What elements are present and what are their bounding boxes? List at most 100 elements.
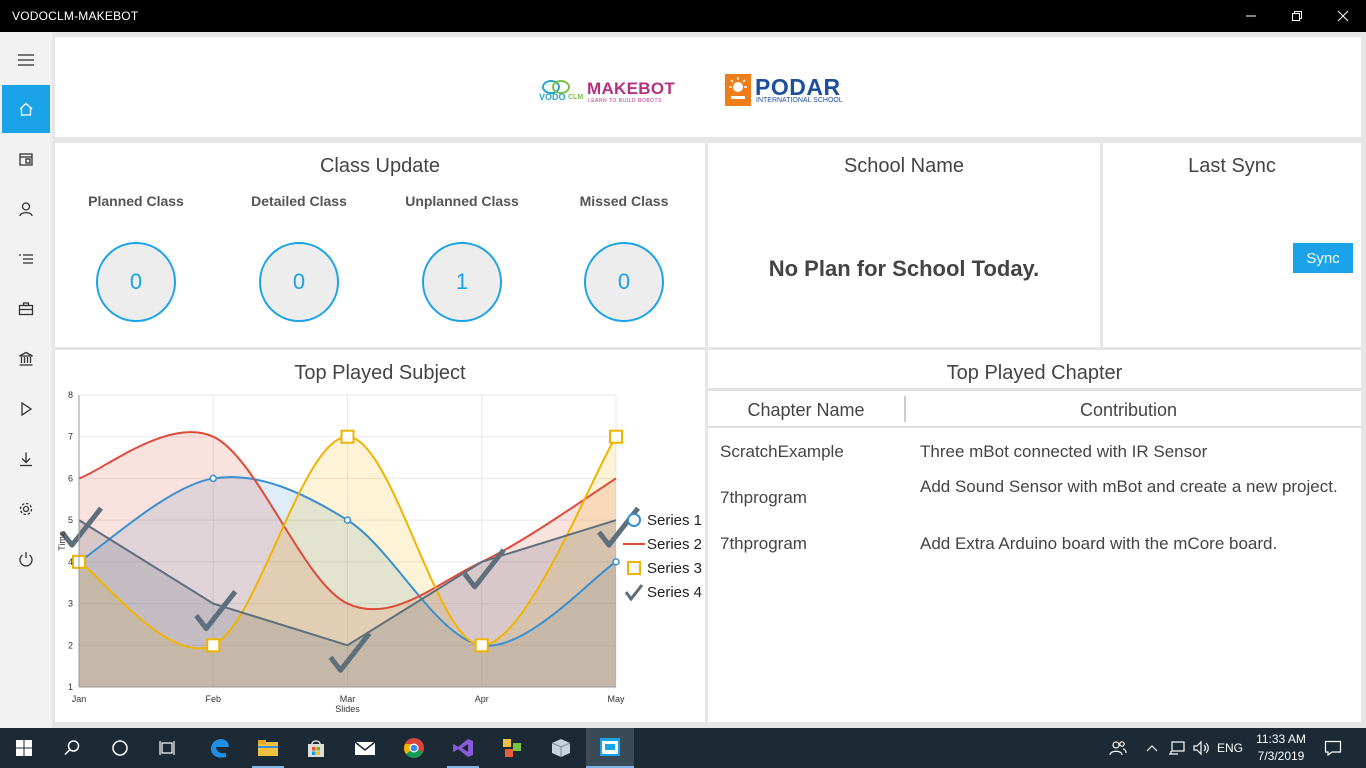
chapter-name-cell: ScratchExample [720, 442, 844, 461]
legend-item: Series 3 [623, 558, 702, 578]
sidebar-item-home[interactable] [2, 85, 50, 133]
blocks-app-icon [503, 739, 521, 757]
stat-detailed-class: Detailed Class 0 [218, 193, 380, 322]
vodo-text: VODO [539, 92, 566, 102]
stat-label: Detailed Class [251, 193, 347, 209]
clm-text: CLM [568, 94, 584, 101]
makebot-logo: VODO CLM MAKEBOT LEARN TO BUILD ROBOTS [537, 76, 677, 106]
legend-label: Series 1 [647, 511, 703, 529]
search-button[interactable] [48, 728, 96, 768]
person-icon [19, 202, 33, 217]
download-icon [20, 452, 32, 467]
hamburger-icon [18, 54, 34, 66]
bulleted-list-icon [19, 254, 33, 264]
podar-logo: PODAR INTERNATIONAL SCHOOL [725, 74, 865, 106]
clock-date: 7/3/2019 [1257, 749, 1305, 763]
taskbar-store[interactable] [292, 728, 340, 768]
start-button[interactable] [0, 728, 48, 768]
chrome-icon [404, 738, 424, 758]
cortana-icon [112, 740, 128, 756]
taskbar-vodoclm-makebot[interactable] [586, 728, 634, 768]
stat-value-circle: 0 [259, 242, 339, 322]
taskbar-file-explorer[interactable] [244, 728, 292, 768]
sync-button[interactable]: Sync [1293, 243, 1353, 273]
hamburger-menu-button[interactable] [2, 36, 50, 84]
clock-time: 11:33 AM [1256, 732, 1306, 746]
series-1-point [343, 516, 352, 524]
school-name-panel: School Name No Plan for School Today. [708, 143, 1100, 347]
minimize-button[interactable] [1228, 0, 1274, 32]
series-1-point [612, 558, 620, 566]
class-update-title: Class Update [319, 155, 441, 177]
show-hidden-icons-button[interactable] [1142, 728, 1162, 768]
taskbar-edge[interactable] [195, 728, 243, 768]
legend-line-icon [623, 543, 645, 545]
taskbar-visual-studio[interactable] [439, 728, 487, 768]
column-header-contribution[interactable]: Contribution [906, 400, 1351, 421]
chevron-up-icon [1146, 745, 1158, 752]
stat-missed-class: Missed Class 0 [543, 193, 705, 322]
taskbar-mail[interactable] [341, 728, 389, 768]
series-3-point [609, 429, 623, 444]
legend-label: Series 2 [647, 535, 703, 553]
restore-icon [1292, 11, 1302, 21]
sidebar-item-calendar[interactable] [2, 135, 50, 183]
sidebar-nav [0, 32, 52, 728]
network-icon [1169, 741, 1185, 755]
volume-button[interactable] [1190, 728, 1212, 768]
stat-planned-class: Planned Class 0 [55, 193, 217, 322]
top-played-chapter-panel: Top Played Chapter Chapter Name Contribu… [708, 350, 1361, 722]
home-icon [19, 102, 33, 116]
play-icon [21, 401, 33, 417]
windows-logo-icon [16, 740, 32, 756]
taskbar-app-cube[interactable] [537, 728, 585, 768]
chapter-title: Top Played Chapter [946, 362, 1123, 384]
sidebar-item-briefcase[interactable] [2, 285, 50, 333]
taskbar-app-blocks[interactable] [488, 728, 536, 768]
series-1-point [209, 474, 217, 483]
y-axis-label: Time [57, 531, 67, 551]
cortana-button[interactable] [96, 728, 144, 768]
store-bag-icon [308, 740, 324, 757]
stat-value-circle: 1 [422, 242, 502, 322]
task-view-icon [159, 741, 175, 755]
sidebar-item-settings[interactable] [2, 485, 50, 533]
makebot-text: MAKEBOT [587, 79, 676, 98]
search-icon [64, 740, 80, 756]
task-view-button[interactable] [144, 728, 192, 768]
series-3-point [206, 638, 221, 653]
school-name-title: School Name [843, 155, 965, 177]
input-language-indicator[interactable]: ENG [1214, 728, 1246, 768]
action-center-button[interactable] [1318, 728, 1348, 768]
podar-subtext: INTERNATIONAL SCHOOL [756, 97, 843, 104]
y-tick-label: 8 [68, 390, 73, 400]
no-plan-message: No Plan for School Today. [768, 256, 1040, 281]
network-button[interactable] [1166, 728, 1188, 768]
x-tick-label: Jan [72, 694, 87, 704]
legend-item: Series 1 [623, 510, 702, 530]
sidebar-item-play[interactable] [2, 385, 50, 433]
x-tick-label: Mar [340, 694, 356, 704]
restore-button[interactable] [1274, 0, 1320, 32]
stat-label: Missed Class [579, 193, 669, 209]
clock-button[interactable]: 11:33 AM 7/3/2019 [1250, 728, 1312, 768]
stat-unplanned-class: Unplanned Class 1 [381, 193, 543, 322]
taskbar-chrome[interactable] [390, 728, 438, 768]
sidebar-item-power[interactable] [2, 535, 50, 583]
app-window-icon [600, 738, 620, 756]
visual-studio-icon [453, 739, 473, 757]
divider [708, 426, 1361, 428]
sidebar-item-list[interactable] [2, 235, 50, 283]
sidebar-item-download[interactable] [2, 435, 50, 483]
column-header-chapter-name[interactable]: Chapter Name [708, 400, 904, 421]
stat-label: Unplanned Class [405, 193, 519, 209]
sidebar-item-institution[interactable] [2, 335, 50, 383]
makebot-tagline: LEARN TO BUILD ROBOTS [588, 98, 662, 104]
close-button[interactable] [1320, 0, 1366, 32]
sidebar-item-profile[interactable] [2, 185, 50, 233]
legend-item: Series 2 [623, 534, 702, 554]
people-button[interactable] [1104, 728, 1132, 768]
mail-icon [354, 741, 376, 755]
podar-emblem-icon [725, 74, 751, 106]
stat-value-circle: 0 [584, 242, 664, 322]
